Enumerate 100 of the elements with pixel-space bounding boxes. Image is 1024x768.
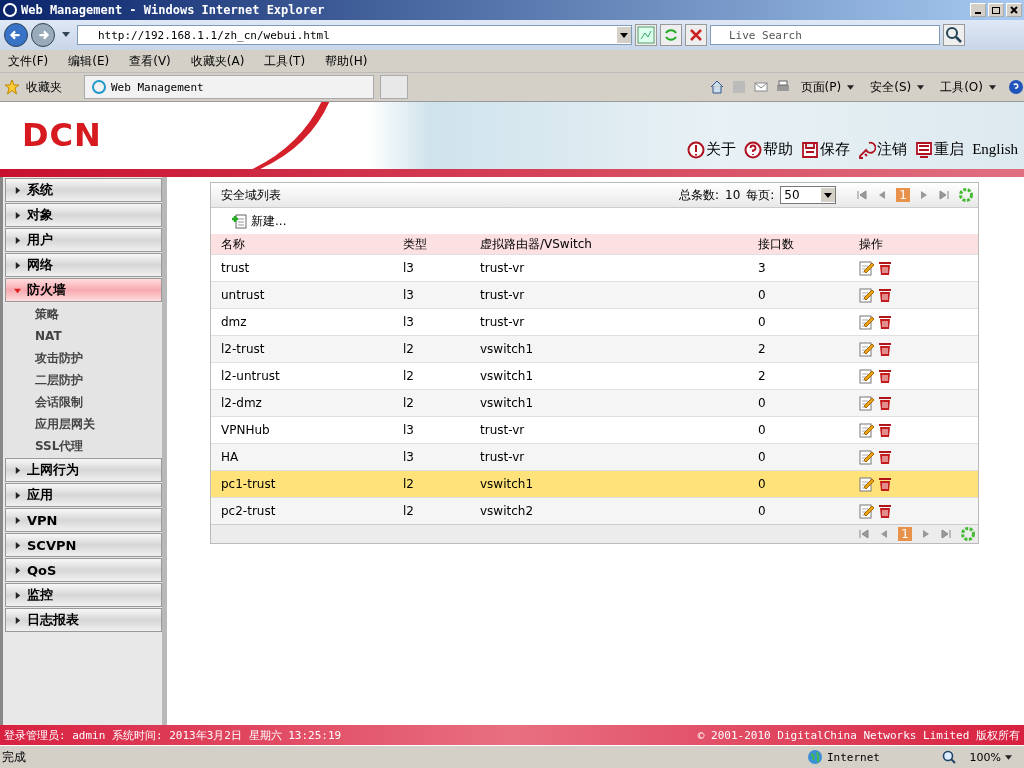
edit-icon[interactable]: [859, 449, 875, 465]
trash-icon[interactable]: [877, 449, 893, 465]
command-menu[interactable]: 工具(O): [940, 78, 983, 96]
sidebar-item[interactable]: 监控: [5, 583, 162, 607]
header-link[interactable]: 保存: [820, 140, 851, 159]
table-row[interactable]: untrust l3 trust-vr 0: [211, 281, 978, 308]
caret-right-icon: [14, 186, 21, 194]
favorites-label[interactable]: 收藏夹: [26, 78, 62, 96]
edit-icon[interactable]: [859, 341, 875, 357]
sidebar-subitem[interactable]: SSL代理: [3, 435, 162, 457]
sidebar-subitem[interactable]: 会话限制: [3, 391, 162, 413]
sidebar-item[interactable]: 日志报表: [5, 608, 162, 632]
header-link[interactable]: 注销: [877, 140, 908, 159]
magnifier-icon[interactable]: [941, 749, 957, 765]
sidebar-item[interactable]: 用户: [5, 228, 162, 252]
sidebar-item[interactable]: 对象: [5, 203, 162, 227]
first-page-icon[interactable]: [858, 528, 871, 540]
sidebar-item[interactable]: SCVPN: [5, 533, 162, 557]
sidebar-subitem[interactable]: 二层防护: [3, 369, 162, 391]
splitter-handle[interactable]: [162, 177, 167, 725]
language-link[interactable]: English: [972, 141, 1018, 158]
sidebar-item[interactable]: 应用: [5, 483, 162, 507]
search-icon[interactable]: [943, 24, 965, 46]
table-row[interactable]: l2-trust l2 vswitch1 2: [211, 335, 978, 362]
star-icon[interactable]: [4, 79, 20, 95]
home-icon[interactable]: [708, 79, 725, 95]
forward-button[interactable]: [31, 23, 55, 47]
table-row[interactable]: l2-dmz l2 vswitch1 0: [211, 389, 978, 416]
back-button[interactable]: [4, 23, 28, 47]
sidebar-item[interactable]: 上网行为: [5, 458, 162, 482]
save-icon[interactable]: [801, 140, 820, 159]
edit-icon[interactable]: [859, 503, 875, 519]
header-link[interactable]: 关于: [706, 140, 737, 159]
caret-icon[interactable]: [847, 84, 855, 90]
new-button[interactable]: 新建...: [231, 212, 287, 230]
key-icon[interactable]: [858, 140, 877, 159]
browser-tab[interactable]: Web Management: [84, 75, 374, 99]
menu-item[interactable]: 收藏夹(A): [190, 52, 245, 70]
menu-item[interactable]: 帮助(H): [325, 52, 368, 70]
total-count: 10: [725, 188, 741, 202]
sidebar-item[interactable]: 系统: [5, 178, 162, 202]
address-field[interactable]: http://192.168.1.1/zh_cn/webui.html: [77, 25, 632, 45]
help-icon[interactable]: [1008, 79, 1024, 95]
sidebar-subitem[interactable]: 应用层网关: [3, 413, 162, 435]
monitor-icon[interactable]: [915, 140, 934, 159]
zoom-level[interactable]: 100%: [961, 750, 1001, 764]
edit-icon[interactable]: [859, 260, 875, 276]
menu-item[interactable]: 编辑(E): [68, 52, 110, 70]
table-cell-text: VPNHub: [221, 423, 271, 437]
menu-item[interactable]: 文件(F): [8, 52, 49, 70]
edit-icon[interactable]: [859, 287, 875, 303]
trash-icon[interactable]: [877, 341, 893, 357]
edit-icon[interactable]: [859, 422, 875, 438]
table-row[interactable]: pc2-trust l2 vswitch2 0: [211, 497, 978, 524]
sidebar-subitem[interactable]: 策略: [3, 303, 162, 325]
maximize-button[interactable]: [988, 3, 1004, 17]
trash-icon[interactable]: [877, 287, 893, 303]
first-page-icon[interactable]: [856, 189, 869, 201]
trash-icon[interactable]: [877, 260, 893, 276]
trash-icon[interactable]: [877, 395, 893, 411]
edit-icon[interactable]: [859, 368, 875, 384]
sidebar-item[interactable]: QoS: [5, 558, 162, 582]
table-cell-text: 0: [758, 396, 767, 410]
edit-icon[interactable]: [859, 476, 875, 492]
close-button[interactable]: [1006, 3, 1022, 17]
last-page-icon[interactable]: [940, 528, 952, 540]
per-page-select[interactable]: 50: [780, 186, 837, 204]
sidebar-item[interactable]: 防火墙: [5, 278, 162, 302]
header-link[interactable]: 重启: [934, 140, 965, 159]
trash-icon[interactable]: [877, 422, 893, 438]
caret-icon[interactable]: [989, 84, 996, 90]
command-menu[interactable]: 安全(S): [870, 78, 912, 96]
trash-icon[interactable]: [877, 503, 893, 519]
help-icon[interactable]: [744, 140, 763, 159]
menu-item[interactable]: 工具(T): [264, 52, 306, 70]
caret-icon[interactable]: [917, 84, 925, 90]
caret-icon[interactable]: [1005, 754, 1012, 760]
edit-icon[interactable]: [859, 314, 875, 330]
sidebar-item[interactable]: 网络: [5, 253, 162, 277]
table-row[interactable]: pc1-trust l2 vswitch1 0: [211, 470, 978, 497]
stop-icon[interactable]: [685, 24, 707, 46]
dropdown-icon[interactable]: [617, 27, 631, 43]
header-link[interactable]: 帮助: [763, 140, 794, 159]
table-row[interactable]: HA l3 trust-vr 0: [211, 443, 978, 470]
info-icon[interactable]: [687, 140, 706, 159]
command-menu[interactable]: 页面(P): [800, 78, 842, 96]
dropdown-icon[interactable]: [821, 188, 836, 202]
trash-icon[interactable]: [877, 476, 893, 492]
minimize-button[interactable]: [970, 3, 986, 17]
menu-item[interactable]: 查看(V): [129, 52, 171, 70]
sidebar-subitem[interactable]: 攻击防护: [3, 347, 162, 369]
trash-icon[interactable]: [877, 314, 893, 330]
last-page-icon[interactable]: [938, 189, 950, 201]
edit-icon[interactable]: [859, 395, 875, 411]
refresh-icon[interactable]: [660, 24, 682, 46]
search-field[interactable]: Live Search: [710, 25, 940, 45]
sidebar-item[interactable]: VPN: [5, 508, 162, 532]
trash-icon[interactable]: [877, 368, 893, 384]
sidebar-subitem[interactable]: NAT: [3, 325, 162, 347]
caret-icon[interactable]: [62, 32, 70, 38]
